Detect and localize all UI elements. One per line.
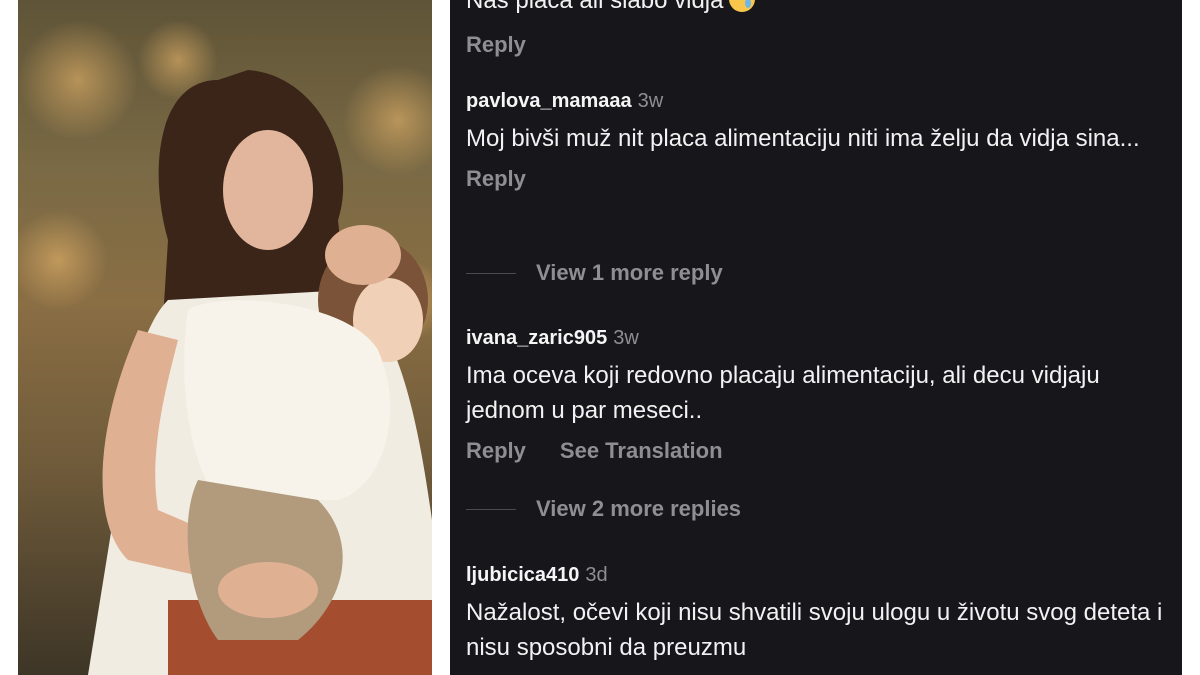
view-more-label: View 1 more reply [536,260,723,285]
comment-time: 3w [637,90,664,112]
reply-button[interactable]: Reply [466,166,526,191]
comment-item: pavlova_mamaaa 3w Moj bivši muž nit placa… [466,89,1168,192]
comment-time: 3w [613,327,639,349]
crying-face-emoji-icon [729,0,756,12]
comments-panel: Nas placa ali slabo vidja Reply pavlova_… [450,0,1182,675]
view-more-replies-button[interactable]: View 2 more replies [466,496,741,522]
comment-item: Nas placa ali slabo vidja Reply [466,0,1168,58]
comment-text: Nas placa ali slabo vidja [466,0,724,14]
view-more-label: View 2 more replies [536,496,742,521]
comment-item: ljubicica410 3d Nažalost, očevi koji nisu… [466,563,1168,665]
comment-username[interactable]: ljubicica410 [466,564,579,586]
divider-line [466,272,516,274]
see-translation-button[interactable]: See Translation [560,438,723,463]
comment-text: Nažalost, očevi koji nisu shvatili svoju… [466,599,1163,661]
comment-item: ivana_zaric905 3w Ima oceva koji redovno … [466,326,1168,464]
comment-time: 3d [585,564,608,586]
comment-username[interactable]: ivana_zaric905 [466,327,607,349]
reply-button[interactable]: Reply [466,32,526,57]
comment-text: Ima oceva koji redovno placaju alimentac… [466,362,1100,424]
mother-child-photo [18,0,432,675]
comment-text: Moj bivši muž nit placa alimentaciju nit… [466,125,1140,152]
comment-username[interactable]: pavlova_mamaaa [466,90,632,112]
view-more-replies-button[interactable]: View 1 more reply [466,260,723,286]
divider-line [466,508,516,510]
reply-button[interactable]: Reply [466,438,526,463]
